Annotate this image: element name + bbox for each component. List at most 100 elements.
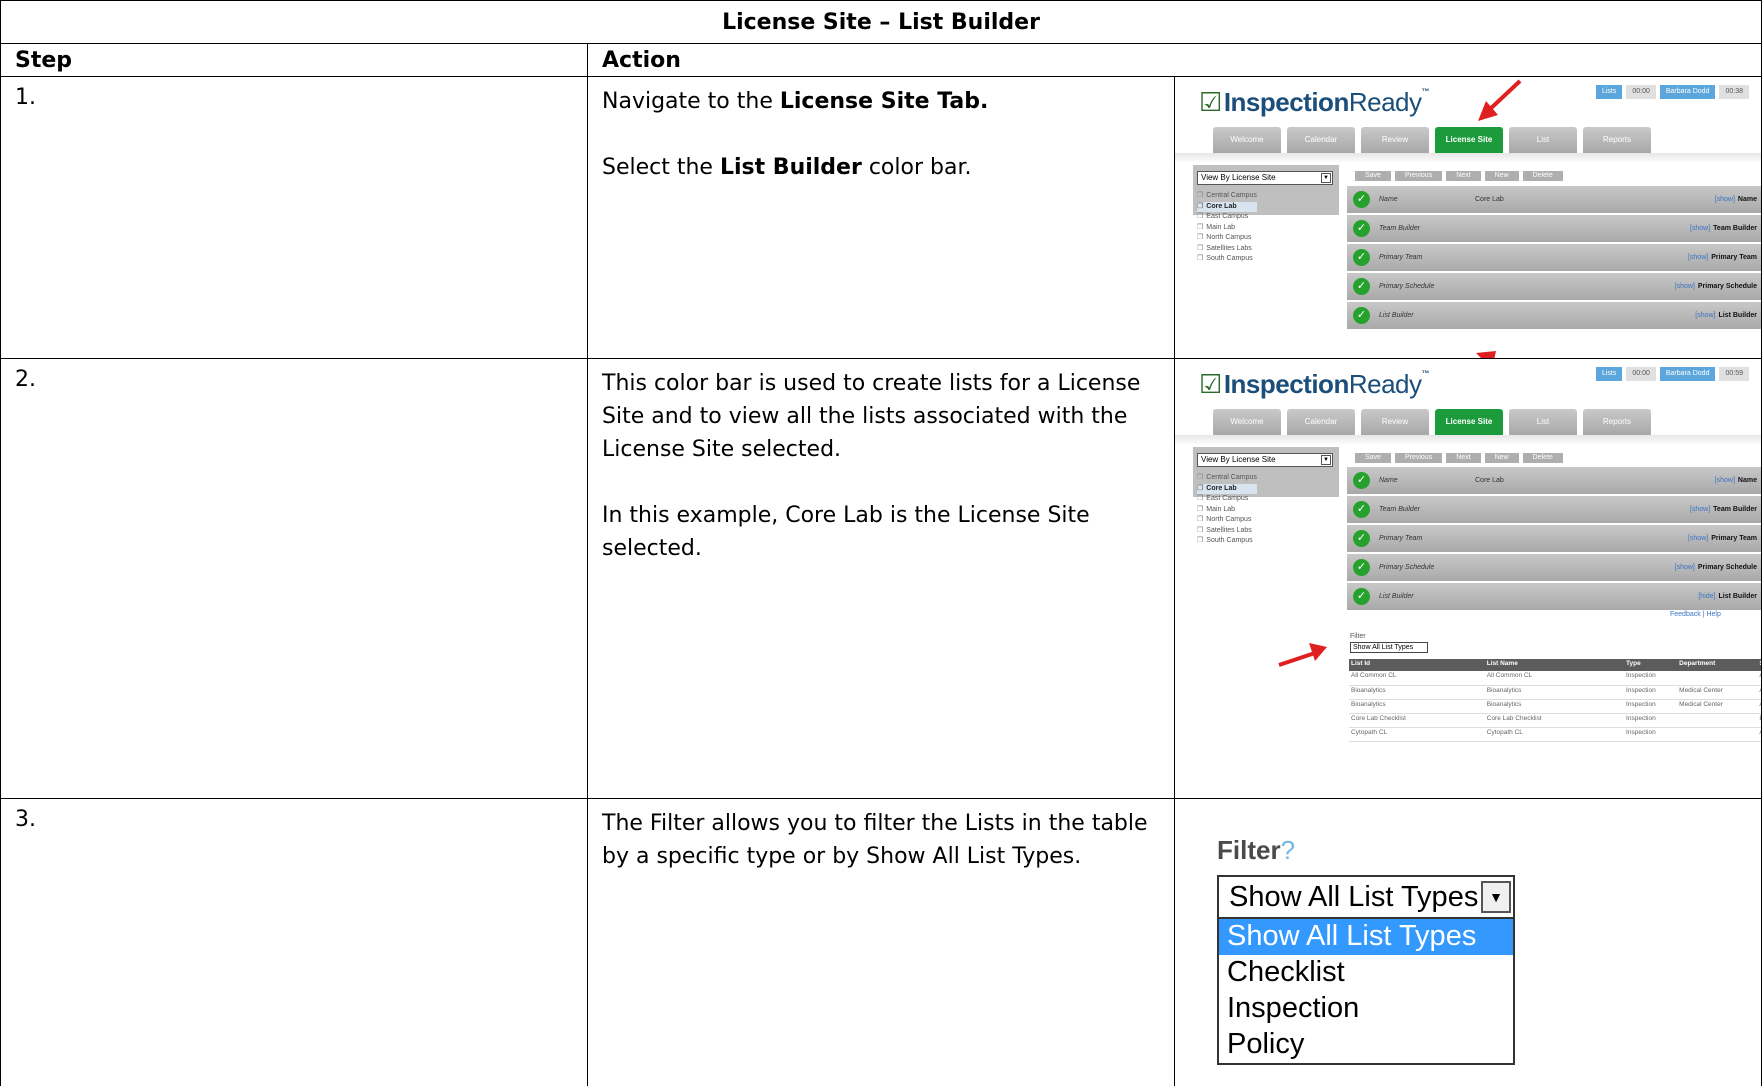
app-logo: ☑InspectionReady™ xyxy=(1199,87,1429,118)
tab-review[interactable]: Review xyxy=(1361,409,1429,435)
color-bar-team-builder[interactable]: ✓ Team Builder [show] Team Builder xyxy=(1347,215,1761,242)
tab-welcome[interactable]: Welcome xyxy=(1213,409,1281,435)
tab-reports[interactable]: Reports xyxy=(1583,409,1651,435)
tree-item[interactable]: Core Lab xyxy=(1197,201,1257,212)
next-button[interactable]: Next xyxy=(1446,171,1481,181)
user-name[interactable]: Barbara Dodd xyxy=(1659,367,1716,381)
bar-label: Name xyxy=(1379,196,1398,203)
step-row-1: 1. Navigate to the License Site Tab. Sel… xyxy=(0,76,1762,359)
show-link[interactable]: [show] xyxy=(1688,254,1708,261)
color-bar-list-builder[interactable]: ✓ List Builder [show] List Builder xyxy=(1347,302,1761,329)
option-show-all[interactable]: Show All List Types xyxy=(1219,919,1513,955)
check-icon: ✓ xyxy=(1353,588,1370,605)
tree-item[interactable]: South Campus xyxy=(1197,254,1257,265)
tree-item[interactable]: Satellites Labs xyxy=(1197,526,1257,537)
tab-license-site[interactable]: License Site xyxy=(1435,409,1503,435)
next-button[interactable]: Next xyxy=(1446,453,1481,463)
tree-item[interactable]: Central Campus xyxy=(1197,473,1257,484)
feedback-link[interactable]: Feedback xyxy=(1670,611,1701,618)
dropdown-arrow-icon[interactable]: ▼ xyxy=(1321,173,1331,183)
bar-title: Primary Schedule xyxy=(1697,564,1757,571)
color-bar-team-builder[interactable]: ✓ Team Builder [show] Team Builder xyxy=(1347,496,1761,523)
show-link[interactable]: [show] xyxy=(1690,506,1710,513)
column-header: Department xyxy=(1677,659,1758,671)
step-action: Navigate to the License Site Tab. Select… xyxy=(587,76,1175,359)
lists-indicator[interactable]: Lists xyxy=(1595,367,1623,381)
tree-item[interactable]: East Campus xyxy=(1197,494,1257,505)
dropdown-arrow-icon[interactable]: ▼ xyxy=(1481,881,1511,913)
help-link[interactable]: Help xyxy=(1706,611,1720,618)
tree-item[interactable]: Main Lab xyxy=(1197,505,1257,516)
color-bar-primary-team[interactable]: ✓ Primary Team [show] Primary Team xyxy=(1347,525,1761,552)
show-link[interactable]: [show] xyxy=(1675,283,1695,290)
list-type-select[interactable]: Show All List Types ▼ xyxy=(1217,875,1515,919)
screenshot-1: ☑InspectionReady™ Lists 00:00 Barbara Dodd 0… xyxy=(1174,76,1762,359)
show-link[interactable]: [show] xyxy=(1675,564,1695,571)
check-icon: ✓ xyxy=(1353,249,1370,266)
tab-welcome[interactable]: Welcome xyxy=(1213,127,1281,153)
tree-item[interactable]: Core Lab xyxy=(1197,483,1257,494)
delete-button[interactable]: Delete xyxy=(1522,453,1563,463)
tab-license-site[interactable]: License Site xyxy=(1435,127,1503,153)
table-cell: Inspection xyxy=(1624,685,1678,700)
new-button[interactable]: New xyxy=(1484,453,1519,463)
tree-item[interactable]: North Campus xyxy=(1197,233,1257,244)
option-policy[interactable]: Policy xyxy=(1219,1027,1513,1063)
show-link[interactable]: [show] xyxy=(1715,196,1735,203)
color-bar-name[interactable]: ✓ Name Core Lab [show] Name xyxy=(1347,467,1761,494)
tree-item[interactable]: Central Campus xyxy=(1197,191,1257,202)
show-link[interactable]: [show] xyxy=(1695,312,1715,319)
tree-item[interactable]: Main Lab xyxy=(1197,223,1257,234)
user-name[interactable]: Barbara Dodd xyxy=(1659,85,1716,99)
screenshot-2: ☑InspectionReady™ Lists 00:00 Barbara Dodd 0… xyxy=(1174,358,1762,799)
color-bar-primary-schedule[interactable]: ✓ Primary Schedule [show] Primary Schedule xyxy=(1347,554,1761,581)
help-icon[interactable]: ? xyxy=(1281,835,1295,865)
tab-list[interactable]: List xyxy=(1509,127,1577,153)
table-cell: Active (03/31/2012) xyxy=(1757,671,1761,686)
step-number: 1. xyxy=(0,76,588,359)
color-bar-primary-team[interactable]: ✓ Primary Team [show] Primary Team xyxy=(1347,244,1761,271)
table-cell: Cytopath CL xyxy=(1349,727,1485,742)
show-link[interactable]: [show] xyxy=(1688,535,1708,542)
bar-right: [show] Team Builder xyxy=(1690,225,1757,232)
save-button[interactable]: Save xyxy=(1355,453,1391,463)
tab-review[interactable]: Review xyxy=(1361,127,1429,153)
tree-item[interactable]: East Campus xyxy=(1197,212,1257,223)
show-link[interactable]: [hide] xyxy=(1698,593,1715,600)
action-paragraph: The Filter allows you to filter the List… xyxy=(602,811,1148,869)
tree-item[interactable]: Satellites Labs xyxy=(1197,244,1257,255)
tree-item[interactable]: South Campus xyxy=(1197,536,1257,547)
option-inspection[interactable]: Inspection xyxy=(1219,991,1513,1027)
dropdown-arrow-icon[interactable]: ▼ xyxy=(1321,455,1331,465)
tab-list[interactable]: List xyxy=(1509,409,1577,435)
table-cell: Inspection xyxy=(1624,671,1678,686)
previous-button[interactable]: Previous xyxy=(1394,171,1443,181)
bar-right: [hide] List Builder xyxy=(1698,593,1757,600)
previous-button[interactable]: Previous xyxy=(1394,453,1443,463)
tab-calendar[interactable]: Calendar xyxy=(1287,127,1355,153)
timer: 00:59 xyxy=(1719,367,1749,381)
color-bar-list-builder[interactable]: ✓ List Builder [hide] List Builder xyxy=(1347,583,1761,610)
tab-calendar[interactable]: Calendar xyxy=(1287,409,1355,435)
delete-button[interactable]: Delete xyxy=(1522,171,1563,181)
save-button[interactable]: Save xyxy=(1355,171,1391,181)
table-cell: Blank (09/10/2012) xyxy=(1757,713,1761,728)
bar-label: Primary Team xyxy=(1379,254,1423,261)
table-row: All Common CLAll Common CLInspectionActi… xyxy=(1349,671,1761,686)
color-bar-primary-schedule[interactable]: ✓ Primary Schedule [show] Primary Schedule xyxy=(1347,273,1761,300)
option-checklist[interactable]: Checklist xyxy=(1219,955,1513,991)
view-by-select[interactable]: View By License Site ▼ xyxy=(1197,171,1333,185)
table-row: Bioanalytics Bioanalytics Inspection Medica… xyxy=(1349,685,1761,700)
view-by-select[interactable]: View By License Site ▼ xyxy=(1197,453,1333,467)
bar-label: Primary Schedule xyxy=(1379,564,1435,571)
tree-item[interactable]: North Campus xyxy=(1197,515,1257,526)
show-link[interactable]: [show] xyxy=(1715,477,1735,484)
show-link[interactable]: [show] xyxy=(1690,225,1710,232)
color-bar-name[interactable]: ✓ Name Core Lab [show] Name xyxy=(1347,186,1761,213)
lists-indicator[interactable]: Lists xyxy=(1595,85,1623,99)
toolbar: Save Previous Next New Delete xyxy=(1355,171,1563,181)
tab-reports[interactable]: Reports xyxy=(1583,127,1651,153)
filter-select[interactable]: Show All List Types xyxy=(1350,642,1429,653)
logo-text: Inspection xyxy=(1223,87,1350,117)
new-button[interactable]: New xyxy=(1484,171,1519,181)
